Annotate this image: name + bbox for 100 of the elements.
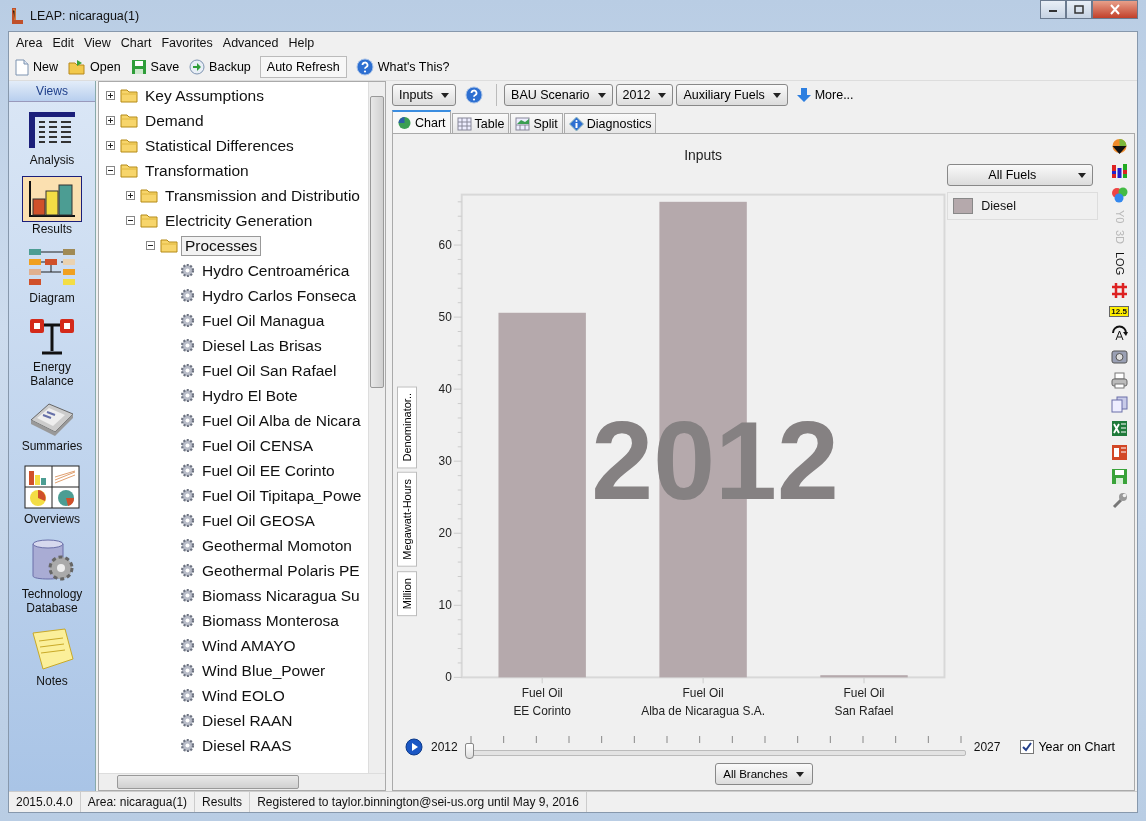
collapse-icon[interactable] <box>105 166 115 175</box>
tab[interactable]: Diagnostics <box>563 113 657 133</box>
toggle-button[interactable]: Auto Refresh <box>259 56 347 78</box>
printer-icon[interactable] <box>1110 371 1128 389</box>
tree-item[interactable]: Fuel Oil GEOSA <box>198 510 319 531</box>
bar-chart-icon[interactable] <box>1110 162 1128 179</box>
bubbles-icon[interactable] <box>1110 186 1128 203</box>
view-button[interactable]: Notes <box>12 619 92 692</box>
status-text: Area: nicaragua(1) <box>80 792 196 812</box>
gear-icon <box>180 513 195 528</box>
menu-item[interactable]: Favorites <box>156 34 218 52</box>
panel-title: Views <box>9 81 95 102</box>
data-labels-option[interactable]: 12.5 <box>1109 305 1129 317</box>
slider-thumb[interactable] <box>464 743 474 759</box>
tree-item[interactable]: Transformation <box>141 160 253 181</box>
unit-button[interactable]: Million <box>396 570 417 616</box>
dropdown[interactable]: Auxiliary Fuels <box>676 84 788 106</box>
save-button[interactable]: Save <box>126 57 184 77</box>
tree-item[interactable]: Demand <box>141 110 208 131</box>
camera-icon[interactable] <box>1110 347 1128 365</box>
vertical-scrollbar[interactable] <box>368 82 385 773</box>
pie-icon <box>397 115 412 130</box>
close-icon <box>1109 4 1121 15</box>
split-view-icon <box>515 116 531 131</box>
tree-item[interactable]: Processes <box>181 235 262 256</box>
dropdown[interactable]: 2012 <box>615 84 674 106</box>
tab[interactable]: Table <box>451 113 510 133</box>
tree-item[interactable]: Biomass Nicaragua Su <box>198 585 364 606</box>
minimize-button[interactable] <box>1040 0 1066 19</box>
view-button[interactable]: Diagram <box>12 240 92 309</box>
year-on-chart-checkbox[interactable]: Year on Chart <box>1014 739 1122 755</box>
gear-icon <box>180 688 195 703</box>
view-button[interactable]: Analysis <box>12 102 92 171</box>
tab[interactable]: Chart <box>392 110 451 133</box>
collapse-icon[interactable] <box>145 241 155 250</box>
play-button[interactable] <box>405 738 423 756</box>
tree-item[interactable]: Geothermal Momoton <box>198 535 356 556</box>
view-button[interactable]: Technology Database <box>12 530 92 619</box>
menu-item[interactable]: Chart <box>115 34 157 52</box>
menu-item[interactable]: Advanced <box>217 34 284 52</box>
year-slider[interactable] <box>465 735 966 759</box>
tree-item[interactable]: Diesel RAAS <box>198 735 296 756</box>
expand-icon[interactable] <box>105 141 115 150</box>
tree-item[interactable]: Hydro Centroamérica <box>198 260 354 281</box>
tree-item[interactable]: Hydro Carlos Fonseca <box>198 285 361 306</box>
expand-icon[interactable] <box>105 116 115 125</box>
menu-item[interactable]: Edit <box>47 34 79 52</box>
tree-item[interactable]: Wind EOLO <box>198 685 289 706</box>
gear-icon <box>180 263 195 278</box>
dropdown[interactable]: BAU Scenario <box>504 84 613 106</box>
expand-icon[interactable] <box>125 191 135 200</box>
new-button[interactable]: New <box>11 56 62 78</box>
unit-button[interactable]: Denominator.. <box>396 385 417 469</box>
wrench-icon[interactable] <box>1110 491 1128 509</box>
presentation-icon[interactable] <box>1110 443 1128 461</box>
tree-item[interactable]: Fuel Oil Tipitapa_Powe <box>198 485 366 506</box>
tree-item[interactable]: Wind AMAYO <box>198 635 300 656</box>
fuel-dropdown[interactable]: All Fuels <box>947 164 1094 186</box>
pie-chart-icon[interactable] <box>1110 138 1128 155</box>
copy-icon[interactable] <box>1110 395 1128 413</box>
tab[interactable]: Split <box>510 113 563 133</box>
unit-button[interactable]: Megawatt-Hours <box>396 472 417 567</box>
caret-icon <box>795 771 804 777</box>
tree-item[interactable]: Hydro El Bote <box>198 385 302 406</box>
rotate-arrow-icon[interactable] <box>1110 323 1128 341</box>
tree-item[interactable]: Key Assumptions <box>141 85 268 106</box>
tree-item[interactable]: Diesel Las Brisas <box>198 335 326 356</box>
more-button[interactable]: More... <box>790 86 860 104</box>
dropdown[interactable]: Inputs <box>392 84 457 106</box>
tree-item[interactable]: Wind Blue_Power <box>198 660 330 681</box>
close-button[interactable] <box>1092 0 1138 19</box>
collapse-icon[interactable] <box>125 216 135 225</box>
view-button[interactable]: Energy Balance <box>12 309 92 392</box>
view-button[interactable]: Overviews <box>12 457 92 530</box>
expand-icon[interactable] <box>105 91 115 100</box>
tree-item[interactable]: Geothermal Polaris PE <box>198 560 364 581</box>
menu-item[interactable]: Help <box>283 34 320 52</box>
tree-item[interactable]: Diesel RAAN <box>198 710 297 731</box>
tree-item[interactable]: Fuel Oil Managua <box>198 310 329 331</box>
tree-item[interactable]: Fuel Oil San Rafael <box>198 360 341 381</box>
open-button[interactable]: Open <box>64 57 125 77</box>
tree-item[interactable]: Fuel Oil EE Corinto <box>198 460 339 481</box>
folder-icon <box>120 163 138 178</box>
horizontal-scrollbar[interactable] <box>99 773 385 790</box>
tree-item[interactable]: Fuel Oil CENSA <box>198 435 318 456</box>
tree-item[interactable]: Statistical Differences <box>141 135 298 156</box>
tree-item[interactable]: Transmission and Distributio <box>161 185 364 206</box>
menu-item[interactable]: Area <box>11 34 48 52</box>
backup-button[interactable]: Backup <box>185 57 255 77</box>
help-button[interactable]: What's This? <box>351 56 454 78</box>
spreadsheet-icon[interactable] <box>1110 419 1128 437</box>
tree-item[interactable]: Fuel Oil Alba de Nicara <box>198 410 365 431</box>
view-button[interactable]: Summaries <box>12 392 92 457</box>
chart-option[interactable]: LOG <box>1113 251 1125 275</box>
tree-item[interactable]: Electricity Generation <box>161 210 317 231</box>
menu-item[interactable]: View <box>78 34 116 52</box>
tree-item[interactable]: Biomass Monterosa <box>198 610 343 631</box>
maximize-button[interactable] <box>1066 0 1092 19</box>
hash-grid-icon[interactable] <box>1110 281 1128 299</box>
branch-dropdown[interactable]: All Branches <box>714 763 813 785</box>
